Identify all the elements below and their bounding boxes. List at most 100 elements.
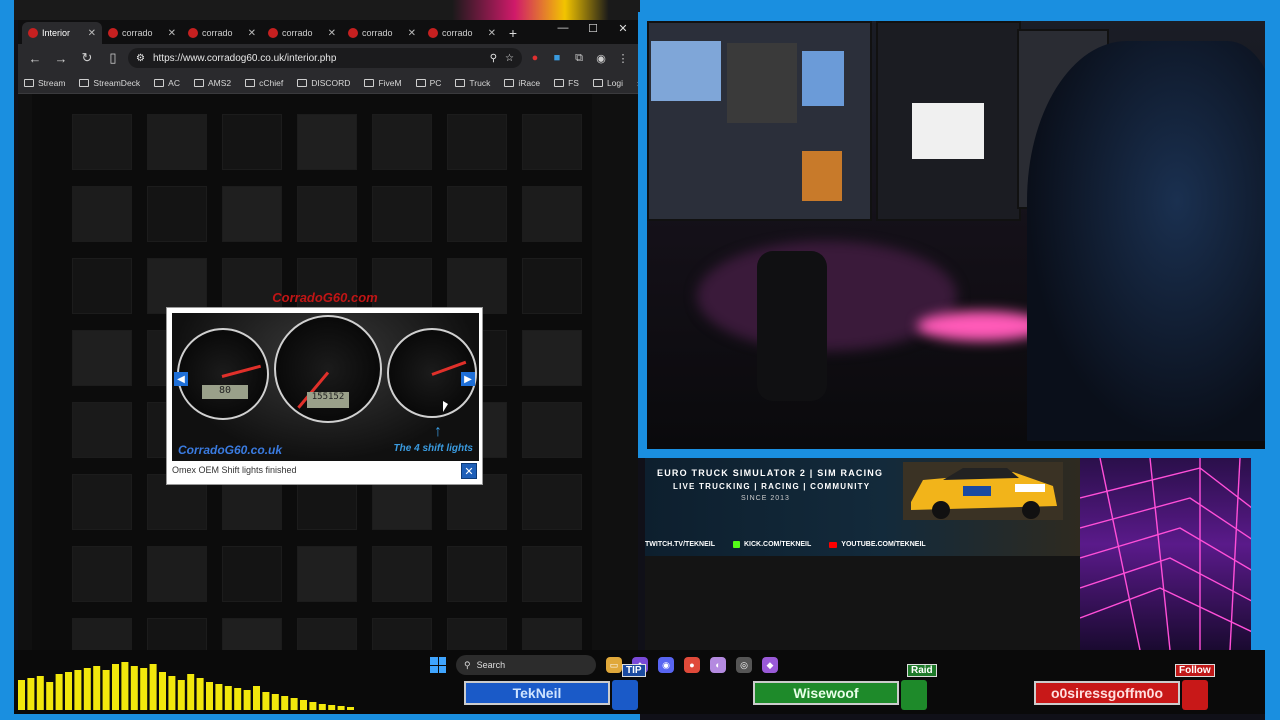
discord-icon[interactable]: ◉ <box>658 657 674 673</box>
close-tab-icon[interactable]: ✕ <box>408 28 416 39</box>
equalizer-bar <box>93 666 101 710</box>
tip-label: TIP <box>622 664 646 677</box>
tab-bar: Interior ✕ corrado ✕ corrado ✕ corrado ✕… <box>18 20 638 44</box>
menu-icon[interactable]: ⋮ <box>614 49 632 67</box>
streamer-silhouette <box>1027 41 1271 441</box>
tab-corrado-3[interactable]: corrado ✕ <box>262 22 342 44</box>
equalizer-bar <box>234 688 242 710</box>
extension-red-icon[interactable]: ● <box>526 49 544 67</box>
gaming-chair <box>757 251 827 401</box>
minimize-icon[interactable]: — <box>548 22 578 35</box>
prev-image-button[interactable]: ◀ <box>174 372 188 386</box>
chrome-icon[interactable]: ● <box>684 657 700 673</box>
monitor-window <box>651 41 721 101</box>
bookmark-item[interactable]: DISCORD <box>297 78 350 88</box>
equalizer-bar <box>18 680 25 710</box>
bookmark-item[interactable]: StreamDeck <box>79 78 140 88</box>
bookmark-item[interactable]: iRace <box>504 78 540 88</box>
synthwave-grid <box>1080 458 1251 650</box>
tab-corrado-2[interactable]: corrado ✕ <box>182 22 262 44</box>
equalizer-bar <box>243 690 251 710</box>
obs-icon[interactable]: ◎ <box>736 657 752 673</box>
equalizer-bar <box>300 700 307 710</box>
folder-icon <box>245 78 256 87</box>
app-icon[interactable]: ◐ <box>710 657 726 673</box>
address-bar[interactable]: ⚙ https://www.corradog60.co.uk/interior.… <box>128 48 522 68</box>
close-tab-icon[interactable]: ✕ <box>328 28 336 39</box>
mouse-cursor-icon <box>443 401 448 412</box>
close-window-icon[interactable]: ✕ <box>608 22 638 35</box>
bookmark-item[interactable]: Stream <box>24 78 65 88</box>
banner-since: SINCE 2013 <box>741 495 790 502</box>
new-tab-button[interactable]: + <box>502 22 524 44</box>
banner-social-links: TWITCH.TV/TEKNEIL KICK.COM/TEKNEIL YOUTU… <box>645 541 926 548</box>
lightbox-site-logo: CorradoG60.com <box>272 290 378 305</box>
banner-lower-area <box>645 556 1080 650</box>
close-lightbox-button[interactable]: ✕ <box>461 463 477 479</box>
tab-corrado-4[interactable]: corrado ✕ <box>342 22 422 44</box>
file-explorer-icon[interactable]: ▭ <box>606 657 622 673</box>
window-controls: — ☐ ✕ <box>548 22 638 35</box>
raid-label: Raid <box>907 664 937 677</box>
app-icon[interactable]: ◆ <box>762 657 778 673</box>
equalizer-bar <box>168 676 176 710</box>
lightbox-caption: Omex OEM Shift lights finished <box>172 465 297 475</box>
tab-label: corrado <box>282 28 313 38</box>
rally-car-image <box>903 462 1063 520</box>
back-icon[interactable]: ← <box>24 47 46 69</box>
tab-interior[interactable]: Interior ✕ <box>22 22 102 44</box>
tab-corrado-1[interactable]: corrado ✕ <box>102 22 182 44</box>
kick-icon <box>733 541 740 548</box>
url-text: https://www.corradog60.co.uk/interior.ph… <box>152 52 337 64</box>
raid-truck-icon <box>901 680 927 710</box>
close-tab-icon[interactable]: ✕ <box>248 28 256 39</box>
forward-icon[interactable]: → <box>50 47 72 69</box>
follow-label: Follow <box>1175 664 1215 677</box>
folder-icon <box>455 78 466 87</box>
synthwave-graphic <box>1080 458 1265 650</box>
equalizer-bar <box>83 668 91 710</box>
profile-avatar-icon[interactable]: ◉ <box>592 49 610 67</box>
bookmark-star-icon[interactable]: ☆ <box>505 53 514 64</box>
bookmark-item[interactable]: AMS2 <box>193 78 231 88</box>
folder-icon <box>504 78 515 87</box>
youtube-link: YOUTUBE.COM/TEKNEIL <box>829 541 926 548</box>
bookmark-item[interactable]: Logi <box>592 78 623 88</box>
monitor-window <box>802 51 844 106</box>
equalizer-bar <box>149 664 157 710</box>
site-info-icon[interactable]: ⚙ <box>136 53 145 64</box>
extension-blue-icon[interactable]: ■ <box>548 49 566 67</box>
tab-corrado-5[interactable]: corrado ✕ <box>422 22 502 44</box>
bookmark-item[interactable]: FiveM <box>364 78 402 88</box>
equalizer-bar <box>140 668 148 710</box>
bookmark-item[interactable]: FS <box>554 78 579 88</box>
folder-icon <box>79 78 90 87</box>
kick-link: KICK.COM/TEKNEIL <box>733 541 811 548</box>
bookmark-item[interactable]: PC <box>415 78 441 88</box>
equalizer-bar <box>253 686 260 710</box>
top-frame-strip <box>640 0 1280 12</box>
close-tab-icon[interactable]: ✕ <box>488 28 496 39</box>
windows-start-icon[interactable] <box>430 657 446 673</box>
monitor-window <box>727 43 797 123</box>
monitor-window <box>802 151 842 201</box>
zoom-search-icon[interactable]: ⚲ <box>490 53 497 64</box>
equalizer-bar <box>27 678 35 710</box>
equalizer-bar <box>290 698 298 710</box>
sidebar-icon[interactable]: ▯ <box>102 47 124 69</box>
close-tab-icon[interactable]: ✕ <box>168 28 176 39</box>
reload-icon[interactable]: ↻ <box>76 47 98 69</box>
follow-name: o0siressgoffm0o <box>1034 681 1180 705</box>
maximize-icon[interactable]: ☐ <box>578 22 608 35</box>
bookmark-item[interactable]: AC <box>154 78 180 88</box>
taskbar-search[interactable]: ⚲ Search <box>456 655 596 675</box>
youtube-icon <box>829 541 838 548</box>
close-tab-icon[interactable]: ✕ <box>88 28 96 39</box>
extensions-puzzle-icon[interactable]: ⧉ <box>570 49 588 67</box>
tab-label: corrado <box>362 28 393 38</box>
bookmark-item[interactable]: cChief <box>245 78 283 88</box>
bookmark-item[interactable]: Truck <box>455 78 490 88</box>
folder-icon <box>415 78 426 87</box>
equalizer-bar <box>159 672 166 710</box>
next-image-button[interactable]: ▶ <box>461 372 475 386</box>
